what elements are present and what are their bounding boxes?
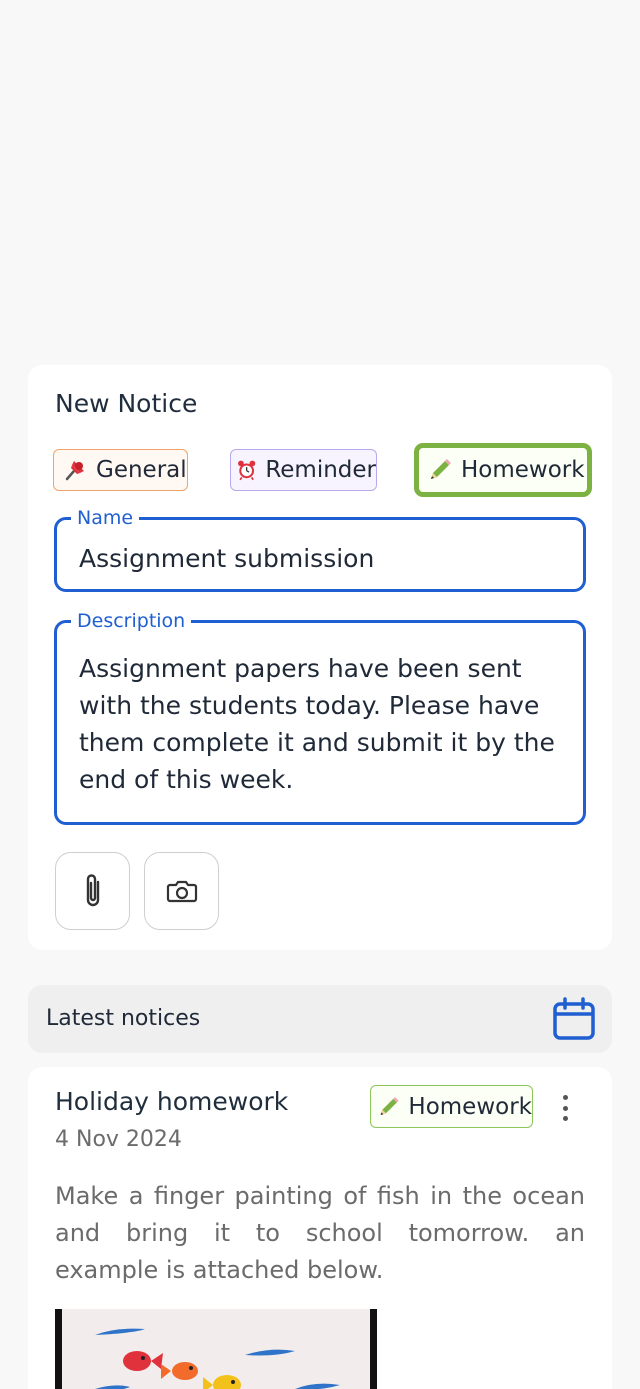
pencil-icon xyxy=(380,1096,399,1115)
fish-painting-image xyxy=(62,1309,370,1389)
latest-notices-label: Latest notices xyxy=(46,1006,201,1031)
new-notice-card: New Notice General Reminder Homework Nam… xyxy=(28,365,612,950)
attach-file-button[interactable] xyxy=(55,852,130,930)
description-field-label: Description xyxy=(77,610,186,632)
notice-title: Holiday homework xyxy=(55,1087,289,1116)
dot xyxy=(562,1105,568,1111)
notice-date: 4 Nov 2024 xyxy=(55,1127,182,1152)
name-input-value[interactable]: Assignment submission xyxy=(79,540,374,577)
notice-category-badge: Homework xyxy=(370,1085,533,1128)
category-label: Homework xyxy=(408,1093,532,1120)
pencil-icon xyxy=(431,459,451,479)
notice-attachment-image[interactable] xyxy=(55,1309,377,1389)
alarm-clock-icon xyxy=(238,460,256,481)
camera-icon xyxy=(166,880,197,903)
name-field-label: Name xyxy=(77,507,134,529)
category-chip-homework[interactable]: Homework xyxy=(414,443,592,497)
latest-notices-header: Latest notices xyxy=(28,985,612,1053)
description-field[interactable]: Description Assignment papers have been … xyxy=(54,610,586,825)
name-field[interactable]: Name Assignment submission xyxy=(54,507,586,592)
category-label: General xyxy=(96,457,187,483)
calendar-icon[interactable] xyxy=(550,995,598,1043)
category-chip-general[interactable]: General xyxy=(53,449,188,491)
new-notice-title: New Notice xyxy=(55,389,198,418)
notice-item[interactable]: Holiday homework 4 Nov 2024 Homework Mak… xyxy=(28,1067,612,1389)
category-label: Homework xyxy=(461,457,585,483)
camera-button[interactable] xyxy=(144,852,219,930)
pushpin-icon xyxy=(65,461,84,481)
dot xyxy=(562,1095,568,1100)
category-label: Reminder xyxy=(265,457,376,483)
paperclip-icon xyxy=(86,874,99,907)
category-chip-reminder[interactable]: Reminder xyxy=(230,449,377,491)
dot xyxy=(562,1116,568,1121)
more-options-icon[interactable] xyxy=(555,1092,575,1124)
description-input-value[interactable]: Assignment papers have been sent with th… xyxy=(79,650,559,798)
notice-text: Make a finger painting of fish in the oc… xyxy=(55,1182,585,1284)
